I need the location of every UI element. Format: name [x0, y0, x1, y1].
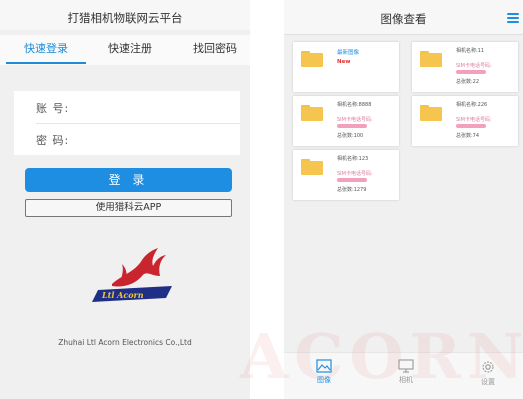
nav-images[interactable]: 图像 — [304, 359, 344, 385]
tab-quick-register[interactable]: 快速注册 — [95, 35, 165, 65]
monitor-icon — [398, 359, 414, 373]
sim-number-label: SIM卡电话号码: — [337, 171, 373, 177]
nav-cameras-label: 相机 — [399, 376, 413, 384]
password-input[interactable] — [74, 129, 228, 151]
sim-number-label: SIM卡电话号码: — [337, 117, 373, 123]
login-screen: 打猎相机物联网云平台 快速登录 快速注册 找回密码 账 号: 密 码: 登 录 … — [0, 0, 250, 399]
camera-name: 相机名称:123 — [337, 156, 369, 162]
folder-icon — [420, 105, 442, 121]
folder-icon — [301, 105, 323, 121]
sim-number-redacted — [337, 177, 367, 183]
folder-icon — [301, 159, 323, 175]
camera-name: 相机名称:11 — [456, 48, 485, 54]
camera-card[interactable]: 相机名称:226 SIM卡电话号码: 总张数:74 — [412, 96, 518, 146]
gear-icon — [482, 361, 494, 373]
login-page-title: 打猎相机物联网云平台 — [0, 0, 250, 30]
tab-recover-password[interactable]: 找回密码 — [180, 35, 250, 65]
camera-name: 相机名称:8888 — [337, 102, 372, 108]
account-label: 账 号: — [36, 102, 70, 115]
photo-count: 总张数:74 — [456, 133, 480, 139]
photo-count: 总张数:100 — [337, 133, 364, 139]
card-latest-images[interactable]: 最新图像 New — [293, 42, 399, 92]
company-name: Zhuhai Ltl Acorn Electronics Co.,Ltd — [58, 338, 192, 347]
tab-quick-login[interactable]: 快速登录 — [6, 35, 86, 65]
use-app-button[interactable]: 使用猎科云APP — [25, 199, 232, 217]
nav-cameras[interactable]: 相机 — [386, 359, 426, 385]
bottom-nav: 图像 相机 设置 — [284, 352, 523, 399]
folder-icon — [420, 51, 442, 67]
active-tab-indicator — [6, 62, 86, 64]
camera-card[interactable]: 相机名称:11 SIM卡电话号码: 总张数:22 — [412, 42, 518, 92]
folder-icon — [301, 51, 323, 67]
login-tabs: 快速登录 快速注册 找回密码 — [0, 35, 250, 65]
image-view-screen: 图像查看 最新图像 New 相机名称:11 SIM卡电话号码: 总张数:22 相… — [284, 0, 523, 399]
card-title: 最新图像 — [337, 50, 360, 56]
sim-number-label: SIM卡电话号码: — [456, 63, 492, 69]
sim-number-label: SIM卡电话号码: — [456, 117, 492, 123]
camera-card[interactable]: 相机名称:123 SIM卡电话号码: 总张数:1279 — [293, 150, 399, 200]
new-badge: New — [337, 59, 351, 65]
account-input[interactable] — [74, 97, 228, 119]
nav-images-label: 图像 — [317, 376, 331, 384]
password-row: 密 码: — [14, 123, 240, 155]
logo-wordmark: Ltl Acorn — [101, 290, 144, 300]
image-view-title: 图像查看 — [284, 0, 523, 35]
nav-settings[interactable]: 设置 — [468, 359, 508, 387]
camera-name: 相机名称:226 — [456, 102, 488, 108]
account-row: 账 号: — [14, 91, 240, 123]
camera-card[interactable]: 相机名称:8888 SIM卡电话号码: 总张数:100 — [293, 96, 399, 146]
login-form: 账 号: 密 码: — [14, 91, 240, 155]
photo-count: 总张数:1279 — [337, 187, 367, 193]
password-label: 密 码: — [36, 134, 70, 147]
image-icon — [316, 359, 332, 373]
company-logo: Ltl Acorn — [92, 248, 172, 302]
login-button[interactable]: 登 录 — [25, 168, 232, 192]
nav-settings-label: 设置 — [481, 378, 495, 386]
sim-number-redacted — [337, 123, 367, 129]
sim-number-redacted — [456, 69, 486, 75]
photo-count: 总张数:22 — [456, 79, 480, 85]
hamburger-icon[interactable] — [507, 13, 519, 23]
sim-number-redacted — [456, 123, 486, 129]
